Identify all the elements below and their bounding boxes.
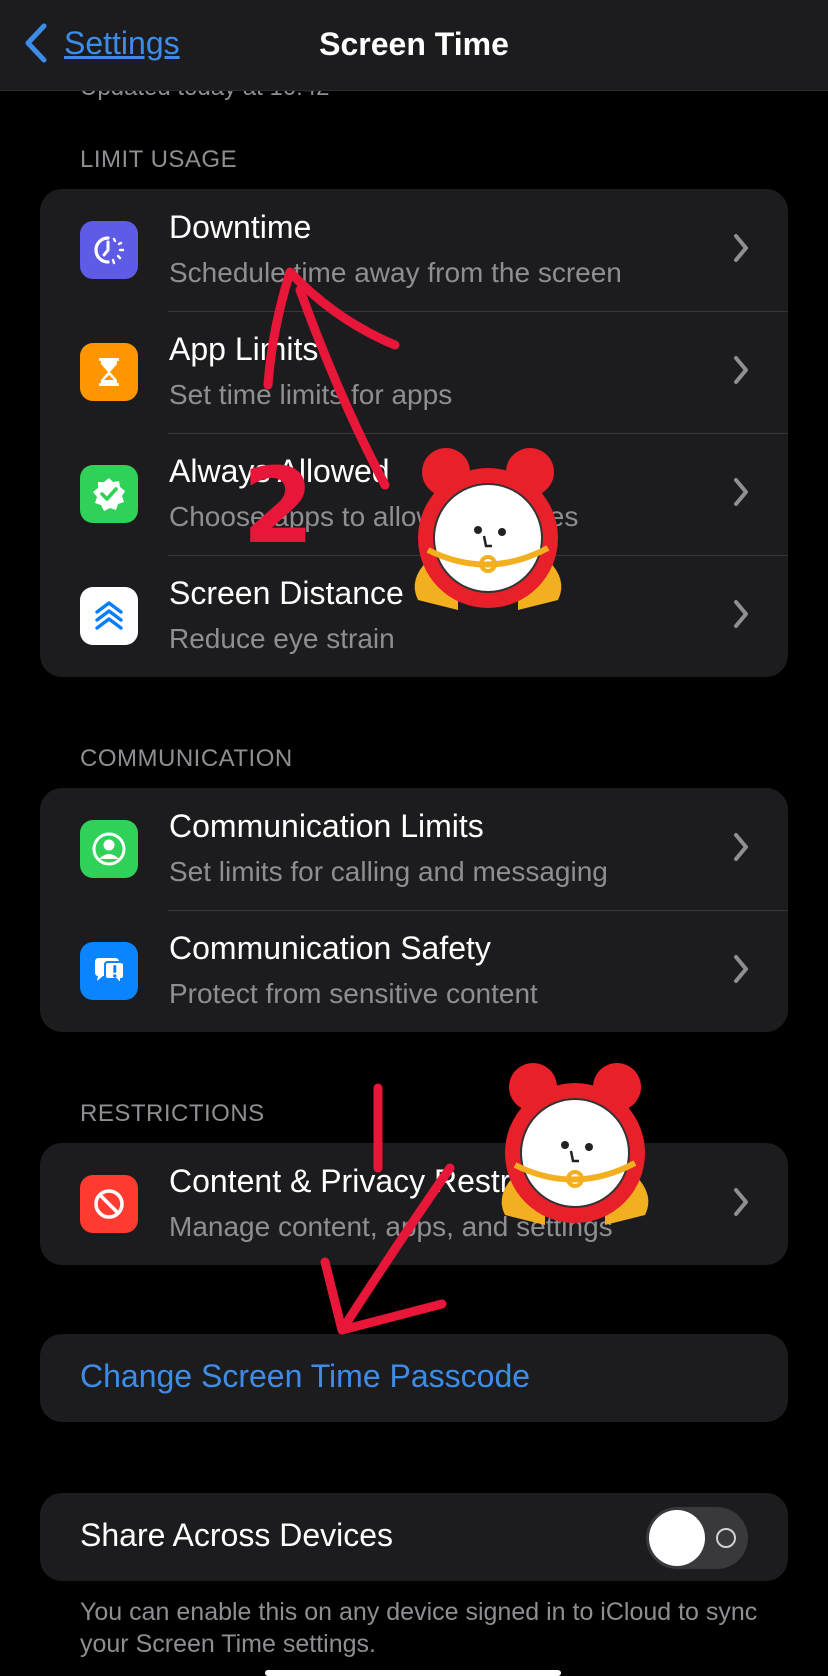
- checkmark-badge-icon: [80, 465, 138, 523]
- toggle-knob: [649, 1510, 705, 1566]
- chevron-right-icon: [734, 1188, 748, 1216]
- share-across-devices-label: Share Across Devices: [80, 1517, 394, 1553]
- always-allowed-row[interactable]: Always Allowed Choose apps to allow at a…: [40, 433, 788, 555]
- row-title: Screen Distance: [169, 575, 404, 611]
- row-title: Always Allowed: [169, 453, 390, 489]
- chevron-right-icon: [734, 234, 748, 262]
- share-across-devices-row: Share Across Devices: [40, 1493, 788, 1581]
- communication-group: Communication Limits Set limits for call…: [40, 788, 788, 1032]
- section-header-limit-usage: LIMIT USAGE: [80, 146, 238, 173]
- change-passcode-label: Change Screen Time Passcode: [80, 1358, 531, 1394]
- message-exclamation-icon: [80, 942, 138, 1000]
- app-limits-row[interactable]: App Limits Set time limits for apps: [40, 311, 788, 433]
- row-title: Content & Privacy Restrictions: [169, 1163, 602, 1199]
- row-subtitle: Protect from sensitive content: [169, 978, 538, 1009]
- person-circle-icon: [80, 820, 138, 878]
- downtime-row[interactable]: Downtime Schedule time away from the scr…: [40, 189, 788, 311]
- limit-usage-group: Downtime Schedule time away from the scr…: [40, 189, 788, 677]
- screen-distance-row[interactable]: Screen Distance Reduce eye strain: [40, 555, 788, 677]
- toggle-off-indicator-icon: [716, 1528, 736, 1548]
- row-subtitle: Set limits for calling and messaging: [169, 856, 608, 887]
- row-subtitle: Choose apps to allow at all times: [169, 501, 579, 532]
- chevron-right-icon: [734, 356, 748, 384]
- chevron-right-icon: [734, 600, 748, 628]
- home-indicator: [265, 1670, 561, 1676]
- row-subtitle: Manage content, apps, and settings: [169, 1211, 613, 1242]
- downtime-icon: [80, 221, 138, 279]
- row-title: App Limits: [169, 331, 319, 367]
- section-header-restrictions: RESTRICTIONS: [80, 1100, 265, 1127]
- share-footer-text: You can enable this on any device signed…: [80, 1598, 758, 1658]
- communication-limits-row[interactable]: Communication Limits Set limits for call…: [40, 788, 788, 910]
- no-entry-icon: [80, 1175, 138, 1233]
- restrictions-group: Content & Privacy Restrictions Manage co…: [40, 1143, 788, 1265]
- row-title: Communication Safety: [169, 930, 491, 966]
- navigation-bar: Settings Screen Time: [0, 0, 828, 91]
- content-privacy-restrictions-row[interactable]: Content & Privacy Restrictions Manage co…: [40, 1143, 788, 1265]
- row-subtitle: Schedule time away from the screen: [169, 257, 622, 288]
- section-header-communication: COMMUNICATION: [80, 745, 293, 772]
- row-subtitle: Reduce eye strain: [169, 623, 395, 654]
- hourglass-icon: [80, 343, 138, 401]
- row-title: Communication Limits: [169, 808, 484, 844]
- row-subtitle: Set time limits for apps: [169, 379, 453, 410]
- row-title: Downtime: [169, 209, 312, 245]
- change-passcode-button[interactable]: Change Screen Time Passcode: [40, 1334, 788, 1422]
- communication-safety-row[interactable]: Communication Safety Protect from sensit…: [40, 910, 788, 1032]
- chevron-right-icon: [734, 478, 748, 506]
- chevron-right-icon: [734, 955, 748, 983]
- page-title: Screen Time: [319, 26, 509, 62]
- share-across-devices-toggle[interactable]: [646, 1507, 748, 1569]
- chevron-right-icon: [734, 833, 748, 861]
- chevrons-up-icon: [80, 587, 138, 645]
